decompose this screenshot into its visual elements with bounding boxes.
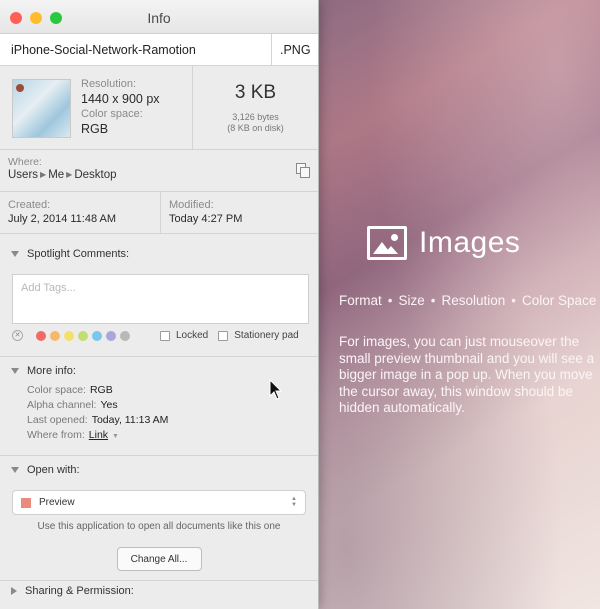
tag-yellow[interactable]: [64, 330, 74, 341]
promo-title: Images: [419, 226, 521, 259]
feature-size: Size: [398, 293, 425, 308]
dropdown-icon[interactable]: ▼: [112, 433, 119, 440]
image-icon: [367, 226, 407, 260]
feature-format: Format: [339, 293, 382, 308]
modified-label: Modified:: [169, 199, 214, 211]
file-extension: .PNG: [280, 43, 311, 57]
modified-value: Today 4:27 PM: [169, 213, 243, 225]
open-with-heading: Open with:: [27, 464, 80, 476]
stationery-checkbox[interactable]: Stationery pad: [218, 330, 299, 341]
path-desktop[interactable]: Desktop: [74, 169, 116, 181]
feature-color-space: Color Space: [522, 293, 597, 308]
where-from-link[interactable]: Link: [89, 429, 108, 441]
where-label: Where:: [8, 156, 42, 168]
info-row: Last opened: Today, 11:13 AM: [27, 414, 169, 426]
disclosure-triangle-icon: [11, 368, 19, 374]
disclosure-triangle-icon: [11, 251, 19, 257]
preview-app-icon: [21, 497, 31, 508]
select-arrows-icon: ▲ ▼: [291, 496, 297, 508]
created-value: July 2, 2014 11:48 AM: [8, 213, 117, 225]
stationery-label: Stationery pad: [234, 330, 299, 341]
promo-heading: Images: [367, 226, 520, 260]
disclosure-triangle-icon: [11, 587, 17, 595]
preview-thumbnail[interactable]: [12, 79, 71, 138]
created-label: Created:: [8, 199, 51, 211]
colorspace-label: Color space:: [81, 108, 143, 120]
open-with-section: Open with: Preview ▲ ▼ Use this applicati…: [0, 456, 318, 581]
file-size: 3 KB: [234, 82, 277, 103]
info-window: Info iPhone-Social-Network-Ramotion .PNG…: [0, 0, 319, 609]
resolution-label: Resolution:: [81, 78, 137, 90]
colorspace-value: RGB: [81, 122, 109, 136]
more-info-section: More info: Color space: RGB Alpha channel…: [0, 357, 318, 456]
promo-description: For images, you can just mouseover the s…: [339, 334, 595, 415]
file-bytes: 3,126 bytes: [232, 112, 279, 122]
filename-bar: iPhone-Social-Network-Ramotion .PNG: [0, 34, 318, 66]
tags-input[interactable]: Add Tags...: [12, 274, 309, 324]
tag-blue[interactable]: [92, 330, 102, 341]
spotlight-section: Spotlight Comments: Add Tags... ✕ Locked…: [0, 234, 318, 357]
where-section: Where: Users ▶ Me ▶ Desktop: [0, 150, 318, 192]
tag-gray[interactable]: [120, 330, 130, 341]
breadcrumb: Users ▶ Me ▶ Desktop: [8, 169, 310, 181]
copy-path-icon[interactable]: [296, 163, 311, 178]
path-arrow-icon: ▶: [40, 170, 47, 179]
window-title: Info: [147, 10, 171, 26]
promo-features: Format • Size • Resolution • Color Space: [339, 293, 597, 308]
app-select[interactable]: Preview ▲ ▼: [12, 490, 306, 515]
open-with-toggle[interactable]: Open with:: [0, 464, 318, 476]
size-meta: 3 KB 3,126 bytes (8 KB on disk): [193, 66, 318, 149]
filename-field[interactable]: iPhone-Social-Network-Ramotion: [0, 34, 272, 65]
locked-label: Locked: [176, 330, 209, 341]
sharing-toggle[interactable]: Sharing & Permission:: [0, 585, 318, 597]
disclosure-triangle-icon: [11, 467, 19, 473]
tag-row: ✕ Locked Stationery pad: [12, 330, 318, 341]
file-meta: Resolution: 1440 x 900 px Color space: R…: [0, 66, 318, 150]
mouse-cursor-icon: [269, 379, 283, 400]
change-all-button[interactable]: Change All...: [116, 547, 202, 571]
sharing-section: Sharing & Permission:: [0, 581, 318, 605]
more-info-toggle[interactable]: More info:: [0, 365, 318, 377]
promo-panel: Images Format • Size • Resolution • Color Spac…: [339, 0, 600, 609]
title-bar[interactable]: Info: [0, 0, 318, 34]
sharing-heading: Sharing & Permission:: [25, 585, 134, 597]
image-meta: Resolution: 1440 x 900 px Color space: R…: [0, 66, 193, 149]
file-on-disk: (8 KB on disk): [227, 123, 284, 133]
more-info-heading: More info:: [27, 365, 76, 377]
app-select-label: Preview: [39, 497, 75, 508]
feature-resolution: Resolution: [441, 293, 506, 308]
dates-section: Created: July 2, 2014 11:48 AM Modified:…: [0, 192, 318, 234]
open-with-hint: Use this application to open all documen…: [37, 521, 281, 532]
locked-checkbox[interactable]: Locked: [160, 330, 208, 341]
spotlight-toggle[interactable]: Spotlight Comments:: [0, 248, 318, 260]
tag-green[interactable]: [78, 330, 88, 341]
info-row: Where from: Link ▼: [27, 429, 119, 441]
tag-orange[interactable]: [50, 330, 60, 341]
clear-tag-icon[interactable]: ✕: [12, 330, 23, 341]
tag-red[interactable]: [36, 330, 46, 341]
path-me[interactable]: Me: [48, 169, 64, 181]
spotlight-heading: Spotlight Comments:: [27, 248, 130, 260]
path-arrow-icon: ▶: [66, 170, 73, 179]
tag-purple[interactable]: [106, 330, 116, 341]
resolution-value: 1440 x 900 px: [81, 92, 160, 106]
path-users[interactable]: Users: [8, 169, 38, 181]
